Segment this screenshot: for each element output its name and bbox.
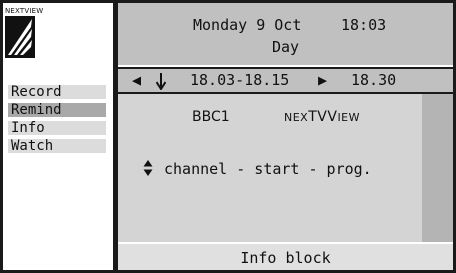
right-arrow-icon[interactable]: ▶ bbox=[318, 71, 327, 89]
action-menu: Record Remind Info Watch bbox=[8, 85, 106, 157]
menu-item-watch[interactable]: Watch bbox=[8, 139, 106, 153]
source-suffix: IEW bbox=[337, 111, 361, 124]
clock-time: 18:03 bbox=[341, 16, 387, 34]
source-label: NEXTVVIEW bbox=[284, 110, 360, 125]
info-block-label: Info block bbox=[240, 249, 331, 267]
channel-name: BBC1 bbox=[192, 109, 230, 125]
timeslot-navigation: ◀ 18.03-18.15 ▶ 18.30 bbox=[118, 67, 453, 94]
menu-item-info[interactable]: Info bbox=[8, 121, 106, 135]
left-arrow-icon[interactable]: ◀ bbox=[132, 71, 141, 89]
menu-item-remind[interactable]: Remind bbox=[8, 103, 106, 117]
next-timeslot[interactable]: 18.30 bbox=[351, 71, 396, 89]
logo-label: NEXTVIEW bbox=[5, 7, 44, 15]
scrollbar[interactable] bbox=[422, 94, 453, 242]
source-v: V bbox=[327, 109, 338, 125]
nextview-logo: NEXTVIEW bbox=[5, 7, 51, 59]
sort-hint: channel - start - prog. bbox=[164, 160, 372, 178]
menu-item-record[interactable]: Record bbox=[8, 85, 106, 99]
date-header: Monday 9 Oct 18:03 Day bbox=[118, 3, 453, 65]
date-label: Monday 9 Oct bbox=[193, 16, 302, 34]
view-mode-label: Day bbox=[271, 38, 300, 56]
source-tv: TV bbox=[308, 109, 328, 125]
source-prefix: NEX bbox=[284, 111, 309, 124]
down-arrow-icon[interactable] bbox=[156, 72, 166, 90]
up-down-icon[interactable] bbox=[143, 159, 153, 177]
current-timeslot[interactable]: 18.03-18.15 bbox=[190, 71, 289, 89]
info-block-bar[interactable]: Info block bbox=[118, 244, 453, 270]
programme-content: BBC1 NEXTVVIEW channel - start - prog. bbox=[118, 94, 422, 242]
